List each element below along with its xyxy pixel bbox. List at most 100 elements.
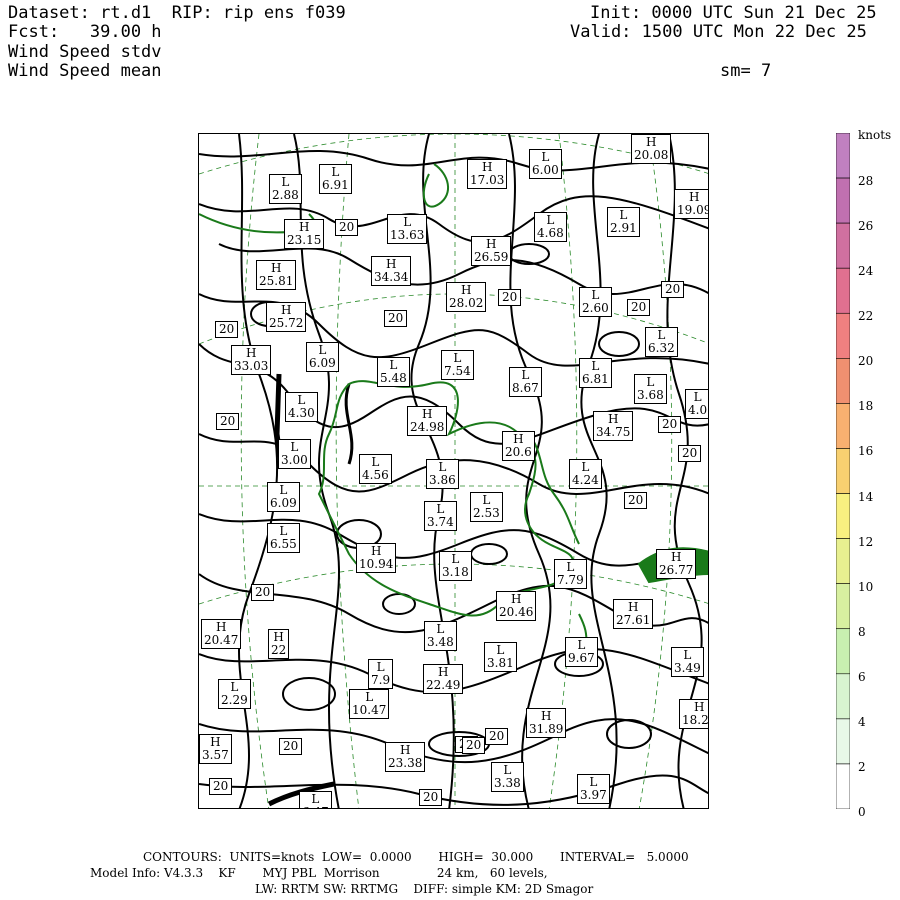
extremum-value: 3.38 [494, 776, 521, 790]
extremum-value: 4.0 [688, 403, 708, 417]
wind-min-label: L 3.81 [484, 642, 517, 672]
color-scale-label: 8 [858, 624, 866, 639]
contour-value-label: 20 [624, 492, 648, 509]
contour-value-label: 20 [384, 310, 408, 327]
wind-min-label: L 3.97 [577, 774, 610, 804]
color-scale-label: 2 [858, 759, 866, 774]
wind-min-label: L 2.91 [607, 207, 640, 237]
contour-value-label: 20 [335, 219, 359, 236]
color-scale-swatch [836, 133, 850, 179]
extremum-value: 2.91 [610, 221, 637, 235]
extremum-value: 3.86 [429, 473, 456, 487]
wind-min-label: L 2.88 [269, 174, 302, 204]
wind-min-label: L 3.68 [634, 374, 667, 404]
extremum-value: 7.54 [444, 364, 471, 378]
contour-value-label: 20 [661, 281, 685, 298]
extremum-value: 2.29 [221, 693, 248, 707]
extremum-value: 20.46 [499, 605, 534, 619]
contour-value-label: 20 [215, 321, 239, 338]
wind-min-label: L 5.48 [377, 357, 410, 387]
header-dataset: Dataset: rt.d1 RIP: rip ens f039 [8, 3, 346, 23]
wind-min-label: L 13.63 [387, 214, 428, 244]
extremum-value: 6.91 [322, 178, 349, 192]
extremum-value: 6.55 [270, 537, 297, 551]
extremum-value: 22.49 [426, 678, 461, 692]
extremum-value: 3.18 [442, 565, 469, 579]
wind-speed-contour [598, 331, 640, 357]
wind-speed-contour [508, 243, 550, 265]
wind-speed-contour [606, 719, 652, 749]
wind-min-label: L 8.67 [509, 367, 542, 397]
wind-min-label: L 4.30 [285, 392, 318, 422]
color-scale-swatch [836, 312, 850, 359]
footer-model-info: Model Info: V4.3.3 KF MYJ PBL Morrison 2… [90, 866, 548, 880]
contour-value-label: 20 [485, 728, 509, 745]
footer-physics-info: LW: RRTM SW: RRTMG DIFF: simple KM: 2D S… [255, 882, 594, 896]
wind-min-label: L 9.67 [565, 637, 598, 667]
contour-value-label: 20 [498, 289, 522, 306]
wind-max-label: H 19.09 [674, 189, 708, 219]
extremum-value: 3.74 [427, 515, 454, 529]
extremum-value: 2.53 [473, 506, 500, 520]
wind-max-label: H 17.03 [467, 159, 508, 189]
extremum-value: 10.94 [359, 557, 394, 571]
color-scale-label: 18 [858, 399, 874, 414]
extremum-value: 3.57 [202, 748, 229, 762]
extremum-value: 3.00 [281, 453, 308, 467]
wind-max-label: H 26.77 [656, 549, 697, 579]
extremum-value: 27.61 [616, 613, 651, 627]
color-scale-label: 6 [858, 669, 866, 684]
wind-max-label: H 10.94 [356, 543, 397, 573]
wind-max-label: H 20.47 [201, 619, 242, 649]
extremum-value: 2.88 [272, 188, 299, 202]
extremum-value: 6.47 [302, 806, 329, 809]
extremum-value: 7.9 [371, 673, 391, 687]
wind-max-label: H18.21 [679, 699, 709, 729]
extremum-value: 4.68 [537, 226, 564, 240]
contour-value-label: 20 [209, 778, 233, 795]
wind-max-label: H 23.15 [284, 219, 325, 249]
wind-min-label: L 2.29 [218, 679, 251, 709]
wind-min-label: L 3.38 [491, 762, 524, 792]
extremum-value: 18.21 [682, 713, 709, 727]
coastline [422, 163, 449, 208]
extremum-value: 17.03 [470, 173, 505, 187]
wind-min-label: L 6.91 [319, 164, 352, 194]
wind-max-label: H 26.59 [471, 236, 512, 266]
wind-max-label: H 20.6 [502, 431, 535, 461]
wind-min-label: L 7.79 [554, 559, 587, 589]
extremum-value: 6.00 [532, 163, 559, 177]
color-scale-swatch [836, 763, 850, 809]
wind-min-label: L 3.18 [439, 551, 472, 581]
wind-max-label: H 20.46 [496, 591, 537, 621]
header-field-mean: Wind Speed mean [8, 61, 162, 81]
extremum-value: 20.47 [204, 633, 239, 647]
color-scale-label: 26 [858, 219, 874, 234]
wind-max-label: H 25.81 [256, 260, 297, 290]
color-scale-swatch [836, 403, 850, 449]
extremum-value: 6.81 [582, 372, 609, 386]
wind-max-label: H 3.57 [199, 734, 232, 764]
color-scale-bar [836, 133, 850, 809]
extremum-value: 10.47 [352, 703, 387, 717]
color-scale-swatch [836, 222, 850, 269]
extremum-value: 23.38 [388, 756, 423, 770]
color-scale-label: 16 [858, 444, 874, 459]
wind-min-label: L 2.53 [470, 492, 503, 522]
wind-min-label: L 4.24 [569, 459, 602, 489]
wind-min-label: L6.47 [299, 791, 332, 809]
color-scale-units: knots [858, 128, 892, 142]
color-scale-label: 24 [858, 264, 874, 279]
color-scale-label: 4 [858, 714, 866, 729]
color-scale-label: 12 [858, 534, 874, 549]
wind-min-label: L 7.9 [368, 659, 394, 689]
wind-max-label: H 28.02 [446, 282, 487, 312]
color-scale-swatch [836, 177, 850, 224]
extremum-value: 31.89 [529, 722, 564, 736]
extremum-value: 24.98 [410, 420, 445, 434]
wind-max-label: H 33.03 [231, 345, 272, 375]
extremum-value: 4.30 [288, 406, 315, 420]
wind-max-label: H 31.89 [526, 708, 567, 738]
wind-max-label: H 27.61 [613, 599, 654, 629]
extremum-value: 8.67 [512, 381, 539, 395]
